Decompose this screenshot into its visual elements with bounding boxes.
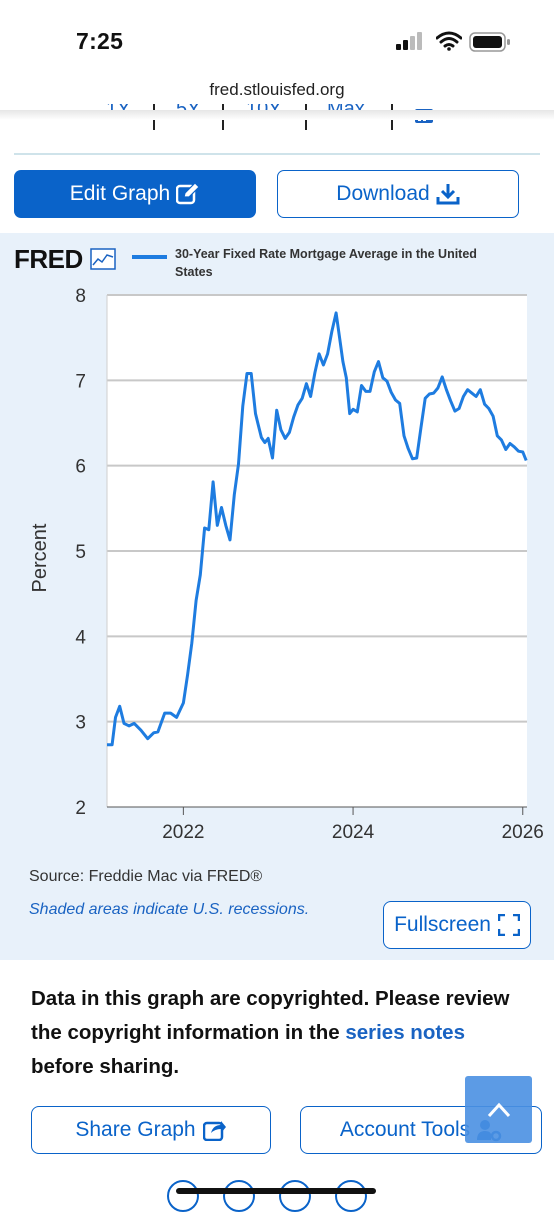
home-indicator — [176, 1188, 376, 1194]
x-tick-label: 2024 — [332, 822, 375, 843]
legend-swatch — [132, 255, 167, 259]
reddit-icon[interactable] — [279, 1180, 311, 1212]
x-tick-label: 2022 — [162, 822, 204, 843]
wifi-icon — [436, 31, 462, 51]
x-social-icon[interactable] — [167, 1180, 199, 1212]
series-notes-link[interactable]: series notes — [345, 1021, 465, 1044]
share-graph-button[interactable]: Share Graph — [31, 1106, 271, 1154]
x-tick-label: 2026 — [502, 822, 544, 843]
download-button[interactable]: Download — [277, 170, 519, 218]
y-tick-label: 5 — [75, 542, 86, 563]
battery-icon — [469, 32, 510, 52]
cellular-signal-icon — [396, 32, 422, 50]
divider — [14, 153, 540, 155]
edit-icon — [176, 183, 201, 205]
edit-graph-button[interactable]: Edit Graph — [14, 170, 256, 218]
y-tick-label: 6 — [75, 457, 86, 478]
fred-logo-text: FRED — [14, 244, 83, 274]
fred-graph-icon — [89, 248, 116, 270]
edit-graph-label: Edit Graph — [69, 182, 171, 205]
y-tick-label: 8 — [75, 286, 86, 307]
copyright-text-2: before sharing. — [31, 1055, 180, 1078]
account-tools-label: Account Tools — [339, 1118, 471, 1141]
download-icon — [436, 184, 460, 205]
fullscreen-label: Fullscreen — [394, 913, 491, 936]
status-bar: 7:25 — [0, 0, 554, 80]
share-graph-label: Share Graph — [75, 1118, 196, 1141]
line-chart[interactable]: 2 3 4 5 6 7 8 2022 2024 2026 Percent — [0, 280, 554, 880]
scroll-to-top-button[interactable] — [465, 1076, 532, 1143]
recession-note: Shaded areas indicate U.S. recessions. — [29, 901, 310, 918]
status-time: 7:25 — [76, 28, 124, 54]
copyright-notice: Data in this graph are copyrighted. Plea… — [31, 982, 511, 1084]
legend-label: 30-Year Fixed Rate Mortgage Average in t… — [175, 247, 477, 279]
expand-icon — [497, 914, 520, 936]
y-axis-label: Percent — [29, 523, 51, 592]
download-label: Download — [336, 182, 430, 205]
fullscreen-button[interactable]: Fullscreen — [383, 901, 531, 949]
linkedin-icon[interactable] — [335, 1180, 367, 1212]
url-text: fred.stlouisfed.org — [209, 80, 345, 99]
y-tick-label: 3 — [75, 713, 86, 734]
source-text: Source: Freddie Mac via FRED® — [29, 868, 263, 885]
share-icon — [202, 1121, 226, 1141]
fred-logo: FRED — [14, 244, 116, 275]
chevron-up-icon — [487, 1102, 510, 1117]
y-tick-label: 2 — [75, 798, 86, 819]
facebook-icon[interactable] — [223, 1180, 255, 1212]
toolbar-shadow — [0, 110, 554, 120]
y-tick-label: 4 — [75, 627, 86, 648]
y-tick-label: 7 — [75, 371, 86, 392]
